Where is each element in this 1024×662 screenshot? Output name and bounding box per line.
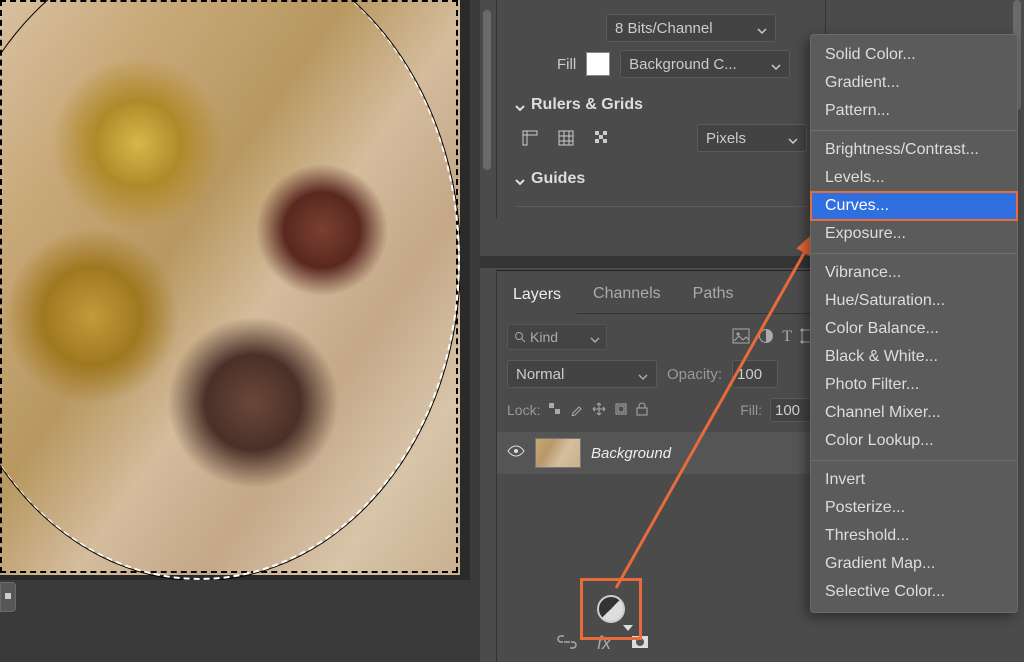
chevron-down-icon <box>788 133 798 143</box>
chevron-down-icon <box>638 369 648 379</box>
opacity-value: 100 <box>737 366 762 383</box>
divider <box>515 206 807 207</box>
lock-transparency-icon[interactable] <box>548 402 562 419</box>
menu-divider <box>811 130 1017 131</box>
document-image <box>0 0 460 575</box>
menu-item-color-lookup[interactable]: Color Lookup... <box>811 427 1017 455</box>
canvas[interactable] <box>0 0 470 580</box>
visibility-icon[interactable] <box>507 444 525 462</box>
lock-brush-icon[interactable] <box>570 402 584 419</box>
menu-item-threshold[interactable]: Threshold... <box>811 522 1017 550</box>
layer-filter-kind[interactable]: Kind <box>507 324 607 350</box>
filter-adjust-icon[interactable] <box>758 328 774 347</box>
menu-divider <box>811 253 1017 254</box>
kind-label: Kind <box>530 329 558 345</box>
fill-opacity-value: 100 <box>775 402 800 419</box>
menu-triangle-icon <box>623 625 633 631</box>
menu-divider <box>811 460 1017 461</box>
adjustment-layer-menu[interactable]: Solid Color...Gradient...Pattern... Brigh… <box>810 34 1018 613</box>
menu-item-invert[interactable]: Invert <box>811 466 1017 494</box>
fill-label: Fill: <box>740 402 762 418</box>
menu-item-black-white[interactable]: Black & White... <box>811 343 1017 371</box>
layer-thumbnail[interactable] <box>535 438 581 468</box>
chevron-down-icon <box>515 100 525 110</box>
tab-paths[interactable]: Paths <box>677 277 750 313</box>
menu-item-levels[interactable]: Levels... <box>811 164 1017 192</box>
menu-item-vibrance[interactable]: Vibrance... <box>811 259 1017 287</box>
menu-item-curves[interactable]: Curves... <box>811 192 1017 220</box>
units-select[interactable]: Pixels <box>697 124 807 152</box>
opacity-field[interactable]: 100 <box>732 360 778 388</box>
rulers-section-header[interactable]: Rulers & Grids <box>515 96 807 114</box>
lock-move-icon[interactable] <box>592 402 606 419</box>
properties-panel: 8 Bits/Channel Fill Background C... Rule… <box>496 0 826 219</box>
layer-background[interactable]: Background <box>497 432 826 474</box>
menu-item-gradient-map[interactable]: Gradient Map... <box>811 550 1017 578</box>
chevron-down-icon <box>757 23 767 33</box>
menu-item-exposure[interactable]: Exposure... <box>811 220 1017 248</box>
fill-select[interactable]: Background C... <box>620 50 790 78</box>
menu-item-color-balance[interactable]: Color Balance... <box>811 315 1017 343</box>
guides-section-header[interactable]: Guides <box>515 170 807 188</box>
menu-item-brightness-contrast[interactable]: Brightness/Contrast... <box>811 136 1017 164</box>
tab-channels[interactable]: Channels <box>577 277 677 313</box>
lock-artboard-icon[interactable] <box>614 402 628 419</box>
bit-depth-value: 8 Bits/Channel <box>615 20 713 37</box>
filter-pixel-icon[interactable] <box>732 328 750 347</box>
layer-name: Background <box>591 445 671 462</box>
menu-item-photo-filter[interactable]: Photo Filter... <box>811 371 1017 399</box>
menu-item-gradient[interactable]: Gradient... <box>811 69 1017 97</box>
adjustment-icon <box>597 595 625 623</box>
grid-icon[interactable] <box>551 125 581 151</box>
panel-splitter[interactable] <box>480 256 816 268</box>
new-adjustment-layer-button[interactable] <box>580 578 642 640</box>
menu-item-pattern[interactable]: Pattern... <box>811 97 1017 125</box>
fill-label: Fill <box>557 56 576 73</box>
lock-all-icon[interactable] <box>636 402 648 419</box>
filter-type-icon[interactable]: T <box>782 328 792 347</box>
properties-scrollbar[interactable] <box>480 0 494 270</box>
fill-swatch[interactable] <box>586 52 610 76</box>
layers-panel: Layers Channels Paths Kind T Normal Opac <box>496 270 826 662</box>
chevron-down-icon <box>590 332 600 342</box>
units-value: Pixels <box>706 130 746 147</box>
lock-label: Lock: <box>507 402 540 418</box>
bit-depth-select[interactable]: 8 Bits/Channel <box>606 14 776 42</box>
fill-value: Background C... <box>629 56 737 73</box>
tab-layers[interactable]: Layers <box>497 278 577 314</box>
chevron-down-icon <box>515 174 525 184</box>
checker-icon[interactable] <box>587 125 617 151</box>
truncated-button[interactable] <box>0 582 16 612</box>
blend-mode-select[interactable]: Normal <box>507 360 657 388</box>
opacity-label: Opacity: <box>667 366 722 383</box>
link-layers-icon[interactable] <box>557 633 577 654</box>
search-icon <box>514 331 526 343</box>
chevron-down-icon <box>771 59 781 69</box>
menu-item-selective-color[interactable]: Selective Color... <box>811 578 1017 606</box>
menu-item-channel-mixer[interactable]: Channel Mixer... <box>811 399 1017 427</box>
menu-item-hue-saturation[interactable]: Hue/Saturation... <box>811 287 1017 315</box>
menu-item-posterize[interactable]: Posterize... <box>811 494 1017 522</box>
blend-mode-value: Normal <box>516 366 564 383</box>
menu-item-solid-color[interactable]: Solid Color... <box>811 41 1017 69</box>
ruler-icon[interactable] <box>515 125 545 151</box>
